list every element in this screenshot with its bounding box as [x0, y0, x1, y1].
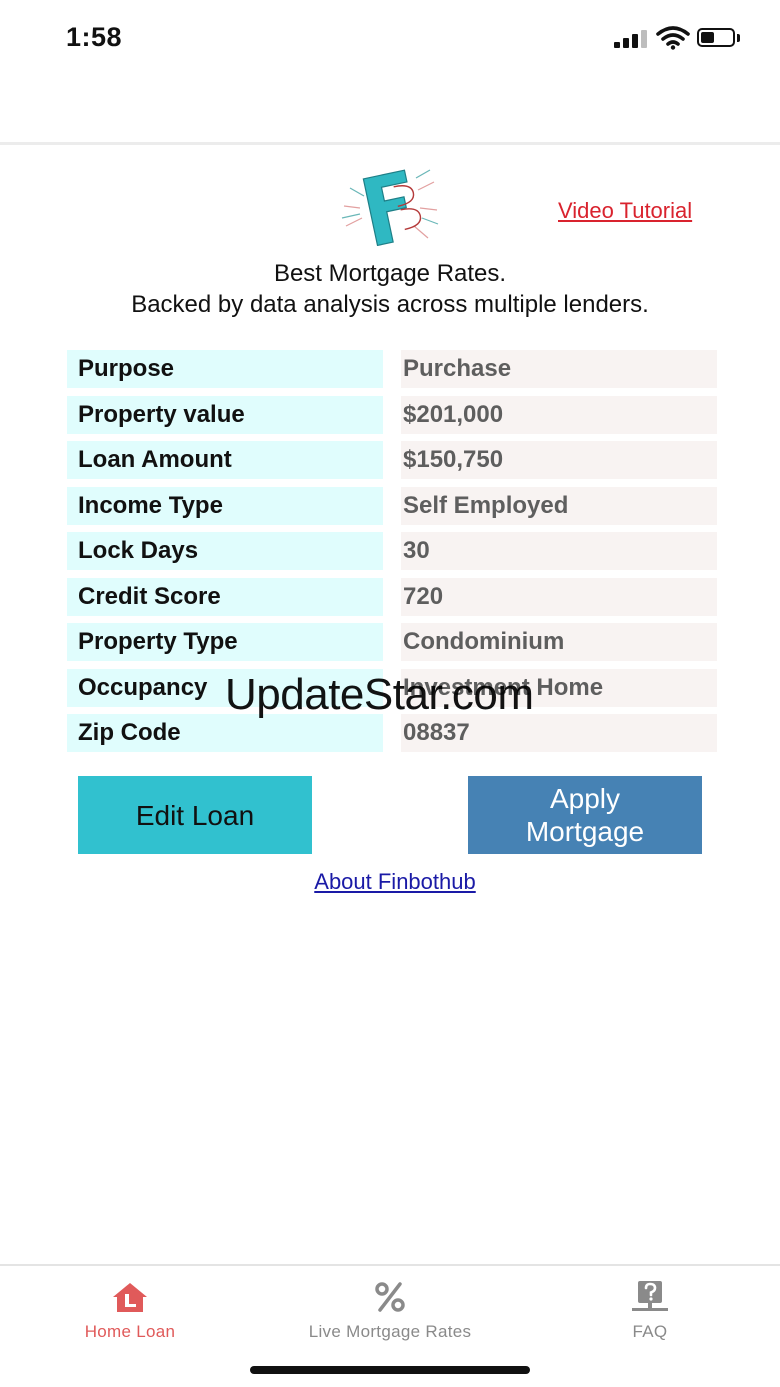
loan-row-label: Loan Amount: [67, 441, 383, 479]
percent-icon: [375, 1282, 405, 1312]
loan-row-value: 30: [401, 532, 717, 570]
loan-row-value: Purchase: [401, 350, 717, 388]
tab-faq[interactable]: FAQ: [520, 1266, 780, 1356]
tagline-line2: Backed by data analysis across multiple …: [131, 291, 649, 318]
finbothub-logo: [341, 169, 439, 246]
home-loan-icon: [113, 1283, 147, 1312]
status-bar: 1:58: [0, 0, 780, 80]
cellular-signal-icon: [614, 30, 650, 48]
loan-row-label: Property Type: [67, 623, 383, 661]
tab-label: FAQ: [632, 1322, 668, 1341]
loan-row-lock-days: Lock Days 30: [67, 532, 717, 570]
loan-row-label: Purpose: [67, 350, 383, 388]
loan-row-label: Credit Score: [67, 578, 383, 616]
loan-row-label: Income Type: [67, 487, 383, 525]
tab-home-loan[interactable]: Home Loan: [0, 1266, 260, 1356]
tab-label: Live Mortgage Rates: [308, 1322, 472, 1341]
loan-row-purpose: Purpose Purchase: [67, 350, 717, 388]
loan-row-value: Condominium: [401, 623, 717, 661]
edit-loan-label: Edit Loan: [135, 799, 255, 831]
about-finbothub-link[interactable]: About Finbothub: [0, 869, 780, 895]
wifi-icon: [656, 26, 690, 50]
apply-mortgage-label-line2: Mortgage: [525, 816, 645, 847]
loan-row-label: Occupancy: [67, 669, 383, 707]
video-tutorial-link[interactable]: Video Tutorial: [558, 198, 692, 224]
tagline-line1: Best Mortgage Rates.: [273, 260, 507, 287]
loan-row-property-value: Property value $201,000: [67, 396, 717, 434]
apply-mortgage-button[interactable]: Apply Mortgage: [468, 776, 702, 854]
tab-label: Home Loan: [84, 1322, 176, 1341]
loan-row-value: $201,000: [401, 396, 717, 434]
loan-row-value: 720: [401, 578, 717, 616]
nav-divider: [0, 142, 780, 145]
loan-row-credit-score: Credit Score 720: [67, 578, 717, 616]
apply-mortgage-label-line1: Apply: [549, 783, 621, 814]
loan-row-label: Zip Code: [67, 714, 383, 752]
loan-row-property-type: Property Type Condominium: [67, 623, 717, 661]
loan-row-value: Investment Home: [401, 669, 717, 707]
tab-live-mortgage-rates[interactable]: Live Mortgage Rates: [260, 1266, 520, 1356]
loan-row-label: Property value: [67, 396, 383, 434]
loan-row-income-type: Income Type Self Employed: [67, 487, 717, 525]
edit-loan-button[interactable]: Edit Loan: [78, 776, 312, 854]
loan-row-value: $150,750: [401, 441, 717, 479]
status-time: 1:58: [66, 22, 123, 52]
tagline: Best Mortgage Rates. Backed by data anal…: [0, 258, 780, 320]
home-indicator: [250, 1366, 530, 1374]
loan-row-zip-code: Zip Code 08837: [67, 714, 717, 752]
loan-row-label: Lock Days: [67, 532, 383, 570]
loan-row-occupancy: Occupancy Investment Home: [67, 669, 717, 707]
loan-row-value: Self Employed: [401, 487, 717, 525]
loan-row-value: 08837: [401, 714, 717, 752]
loan-row-loan-amount: Loan Amount $150,750: [67, 441, 717, 479]
faq-icon: [632, 1281, 668, 1311]
battery-icon: [697, 28, 741, 49]
